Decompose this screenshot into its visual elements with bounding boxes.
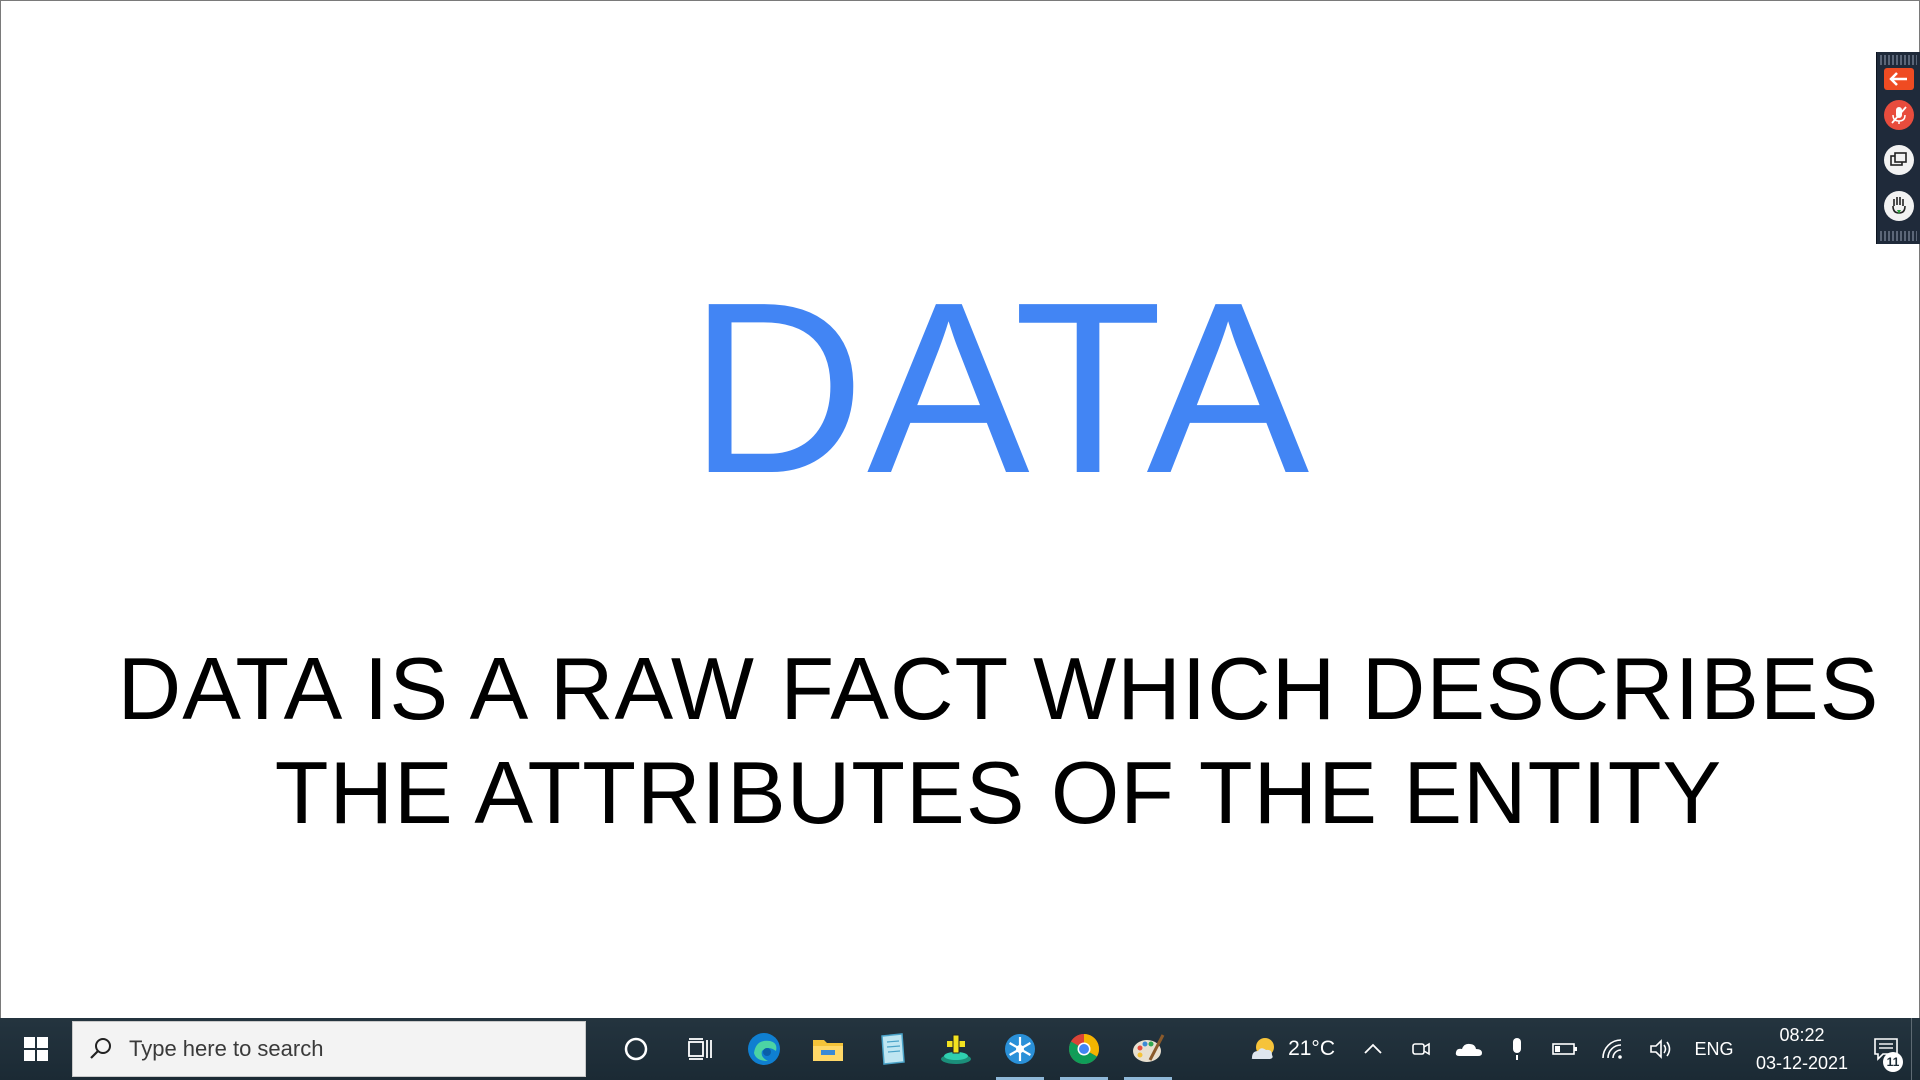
file-explorer-icon[interactable] (796, 1018, 860, 1080)
windows-logo-icon (24, 1037, 48, 1061)
start-button[interactable] (0, 1018, 72, 1080)
clock-time: 08:22 (1779, 1025, 1825, 1045)
back-arrow-icon[interactable] (1884, 68, 1914, 90)
weather-widget[interactable]: 21°C (1234, 1036, 1349, 1062)
chevron-up-icon[interactable] (1349, 1018, 1397, 1080)
task-view-icon[interactable] (668, 1018, 732, 1080)
slide-body: DATA IS A RAW FACT WHICH DESCRIBES THE A… (101, 637, 1896, 845)
system-tray: 21°C ENG 08:22 03-12-2021 11 (1234, 1018, 1920, 1080)
search-icon (90, 1038, 111, 1059)
screen-share-icon[interactable] (1884, 145, 1914, 175)
screen: DATA DATA IS A RAW FACT WHICH DESCRIBES … (0, 0, 1920, 1080)
slide-title: DATA (688, 251, 1312, 524)
clock-date: 03-12-2021 (1755, 1053, 1849, 1073)
taskbar: Type here to search 21°C ENG 08:22 03-12… (0, 1018, 1920, 1080)
toolbar-grip-top[interactable] (1880, 55, 1917, 65)
clock[interactable]: 08:22 03-12-2021 (1743, 1021, 1861, 1077)
weather-temperature: 21°C (1288, 1037, 1335, 1060)
toolbar-grip-bottom[interactable] (1880, 231, 1917, 241)
partly-sunny-icon (1251, 1038, 1275, 1059)
notification-count: 11 (1883, 1052, 1903, 1072)
search-placeholder: Type here to search (129, 1036, 324, 1061)
search-box[interactable]: Type here to search (72, 1021, 586, 1077)
show-desktop-button[interactable] (1911, 1018, 1920, 1080)
language-indicator[interactable]: ENG (1685, 1039, 1743, 1060)
presentation-slide: DATA DATA IS A RAW FACT WHICH DESCRIBES … (0, 0, 1920, 1018)
battery-icon[interactable] (1541, 1018, 1589, 1080)
raise-hand-icon[interactable] (1884, 191, 1914, 221)
paint-icon[interactable] (1116, 1018, 1180, 1080)
slide-body-line-1: DATA IS A RAW FACT WHICH DESCRIBES (117, 639, 1880, 738)
onedrive-icon[interactable] (1445, 1018, 1493, 1080)
mic-muted-icon[interactable] (1884, 100, 1914, 130)
edge-icon[interactable] (732, 1018, 796, 1080)
volume-icon[interactable] (1637, 1018, 1685, 1080)
microphone-icon[interactable] (1493, 1018, 1541, 1080)
slide-body-line-2: THE ATTRIBUTES OF THE ENTITY (274, 743, 1723, 842)
notepad-icon[interactable] (860, 1018, 924, 1080)
app-plus-icon[interactable] (924, 1018, 988, 1080)
wifi-icon[interactable] (1589, 1018, 1637, 1080)
snowflake-app-icon[interactable] (988, 1018, 1052, 1080)
meeting-toolbar (1876, 52, 1920, 244)
chrome-icon[interactable] (1052, 1018, 1116, 1080)
meet-now-icon[interactable] (1397, 1018, 1445, 1080)
notifications-button[interactable]: 11 (1861, 1018, 1911, 1080)
cortana-icon[interactable] (604, 1018, 668, 1080)
